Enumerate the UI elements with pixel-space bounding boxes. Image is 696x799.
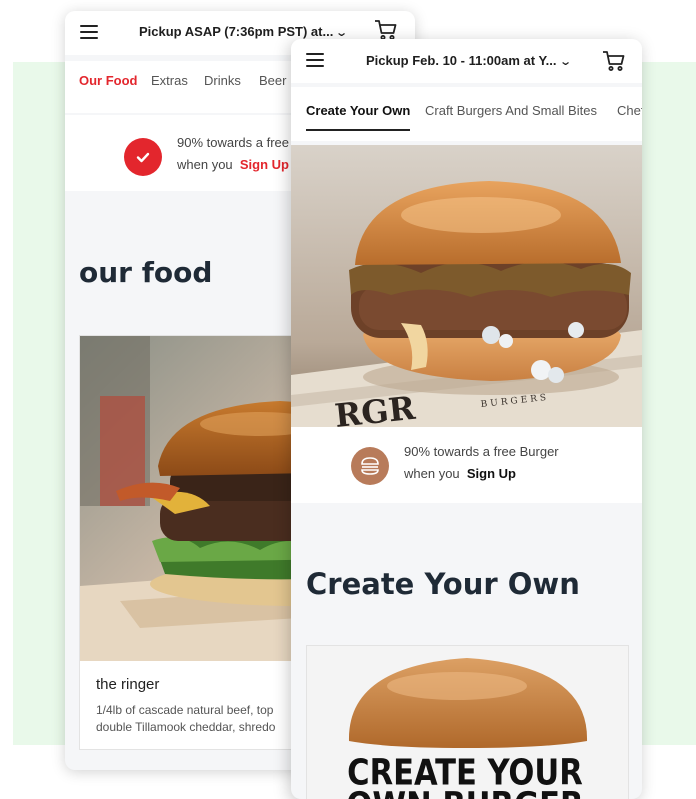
hamburger-menu-icon[interactable] [306, 53, 324, 67]
tab-chef[interactable]: Chef [617, 103, 642, 118]
reward-badge [124, 138, 162, 176]
hero-burger-photo: RGR BURGERS [291, 145, 642, 427]
category-tabs: Create Your Own Craft Burgers And Small … [291, 87, 642, 141]
pickup-selector[interactable]: Pickup Feb. 10 - 11:00am at Y... ⌄ [366, 53, 572, 68]
reward-text: 90% towards a free Burger when you Sign … [404, 441, 559, 485]
tab-beer[interactable]: Beer [259, 73, 286, 88]
cart-icon[interactable] [374, 19, 398, 41]
create-your-own-card[interactable]: CREATE YOUR OWN BURGER [306, 645, 629, 799]
section-title: Create Your Own [306, 567, 580, 601]
chevron-down-icon: ⌄ [558, 56, 572, 68]
reward-line2-prefix: when you [177, 157, 233, 172]
hamburger-menu-icon[interactable] [80, 25, 98, 39]
tab-drinks[interactable]: Drinks [204, 73, 241, 88]
reward-badge [351, 447, 389, 485]
active-tab-underline [306, 129, 410, 131]
card-title-line2: OWN BURGER [346, 785, 583, 799]
tab-our-food[interactable]: Our Food [79, 73, 138, 88]
reward-text: 90% towards a free when you Sign Up [177, 132, 289, 176]
tab-craft-burgers[interactable]: Craft Burgers And Small Bites [425, 103, 597, 118]
reward-banner: 90% towards a free Burger when you Sign … [291, 427, 642, 503]
reward-line1: 90% towards a free Burger [404, 444, 559, 459]
tab-extras[interactable]: Extras [151, 73, 188, 88]
top-bar: Pickup Feb. 10 - 11:00am at Y... ⌄ [291, 39, 642, 83]
chevron-down-icon: ⌄ [335, 27, 349, 39]
sign-up-link[interactable]: Sign Up [467, 466, 516, 481]
reward-line1: 90% towards a free [177, 135, 290, 150]
pickup-selector[interactable]: Pickup ASAP (7:36pm PST) at... ⌄ [139, 24, 349, 39]
create-your-own-image: CREATE YOUR OWN BURGER [307, 646, 628, 799]
burger-icon [361, 457, 379, 475]
sign-up-link[interactable]: Sign Up [240, 157, 289, 172]
checkmark-icon [136, 152, 150, 163]
reward-line2-prefix: when you [404, 466, 460, 481]
tab-create-your-own[interactable]: Create Your Own [306, 103, 410, 118]
pickup-label: Pickup Feb. 10 - 11:00am at Y... [366, 53, 557, 68]
phone-screen-front: Pickup Feb. 10 - 11:00am at Y... ⌄ Create… [291, 39, 642, 799]
item-name: the ringer [96, 676, 160, 693]
section-title: our food [79, 256, 213, 289]
pickup-label: Pickup ASAP (7:36pm PST) at... [139, 24, 334, 39]
cart-icon[interactable] [602, 50, 626, 72]
